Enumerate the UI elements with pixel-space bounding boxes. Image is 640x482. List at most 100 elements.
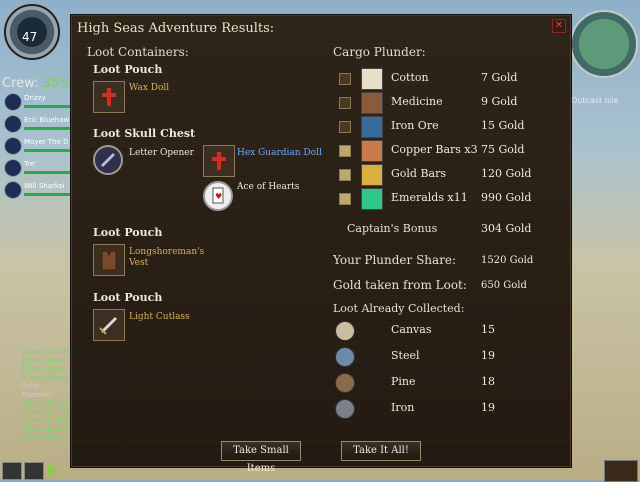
chat-line: [Crew] Eric Bl [22,407,70,416]
take-small-items-button[interactable]: Take Small Items [221,441,301,474]
chat-line: [Crew] Drizzy [22,424,70,433]
crew-member-row[interactable]: Drizzy [2,92,70,111]
loot-item-label[interactable]: Letter Opener [129,148,194,159]
cargo-plunder-heading: Cargo Plunder: [333,45,426,59]
loot-item-label[interactable]: Light Cutlass [129,312,190,323]
cargo-item-name: Emeralds x11 [391,191,468,204]
iron-ore-icon [361,116,383,138]
crew-health-bar [24,171,70,174]
loot-containers-heading: Loot Containers: [87,45,189,59]
crew-avatar-icon [4,93,22,111]
treasure-chest-icon[interactable] [604,460,638,482]
hex-guardian-doll-icon[interactable] [203,145,235,177]
container-heading: Loot Pouch [93,291,163,304]
cargo-select-checkbox[interactable] [339,73,351,85]
captains-bonus-value: 304 Gold [481,222,532,235]
cargo-item-value: 75 Gold [481,143,525,156]
cotton-icon [361,68,383,90]
close-button[interactable]: ✕ [552,19,566,33]
cutlass-icon[interactable] [93,309,125,341]
crew-member-row[interactable]: Tre' [2,158,70,177]
crew-member-row[interactable]: Moyer The D [2,136,70,155]
crew-avatar-icon [4,137,22,155]
crew-label: Crew: [2,76,39,91]
minimap[interactable] [570,4,638,86]
chat-line: [Crew] Sylar [22,365,66,373]
player-level: 47 [22,30,38,44]
chat-line: [Crew] Drizzy [22,433,70,441]
copper-bars-icon [361,140,383,162]
adventure-results-panel: High Seas Adventure Results: ✕ Loot Cont… [70,14,572,474]
plunder-share-label: Your Plunder Share: [333,253,457,267]
crew-member-row[interactable]: Eric Bluehaw [2,114,70,133]
minimap-disc[interactable] [570,10,638,78]
cargo-select-checkbox[interactable] [339,145,351,157]
ace-of-hearts-icon[interactable]: ♥ [203,181,233,211]
collected-item-value: 18 [481,375,495,388]
chat-toggle-icon[interactable] [2,462,22,480]
crew-header: Crew: 35% [2,76,71,91]
crew-health-bar [24,193,70,196]
crew-avatar-icon [4,159,22,177]
letter-opener-icon[interactable] [93,145,123,175]
chat-line: [Crew] Drizzy [22,416,70,424]
chat-line: Sylar: Rammin [22,382,52,399]
captains-bonus-label: Captain's Bonus [347,222,438,235]
pine-icon [335,373,355,393]
crew-avatar-icon [4,115,22,133]
crew-health-bar [24,105,70,108]
chat-line: [Crew] Eric Bl [22,348,70,356]
speech-icon[interactable] [24,462,44,480]
crew-member-row[interactable]: Will Sharksi [2,180,70,199]
crew-member-name: Drizzy [24,94,46,102]
collected-item-value: 19 [481,349,495,362]
cargo-select-checkbox[interactable] [339,121,351,133]
collected-item-name: Steel [391,349,420,362]
loot-item-label[interactable]: Wax Doll [129,83,169,94]
crew-avatar-icon [4,181,22,199]
cargo-item-value: 990 Gold [481,191,532,204]
crew-member-name: Tre' [24,160,37,168]
cargo-item-name: Cotton [391,71,429,84]
cargo-item-name: Gold Bars [391,167,447,180]
plunder-share-value: 1520 Gold [481,255,534,266]
cargo-select-checkbox[interactable] [339,193,351,205]
take-it-all-button[interactable]: Take It All! [341,441,421,461]
crew-health-bar [24,127,70,130]
cargo-select-checkbox[interactable] [339,169,351,181]
collected-item-value: 15 [481,323,495,336]
crew-member-name: Eric Bluehaw [24,116,70,124]
crew-member-name: Will Sharksi [24,182,65,190]
canvas-icon [335,321,355,341]
crew-percent: 35% [42,76,72,91]
collected-item-name: Iron [391,401,415,414]
collected-item-name: Canvas [391,323,432,336]
iron-icon [335,399,355,419]
container-heading: Loot Pouch [93,226,163,239]
loot-item-label[interactable]: Ace of Hearts [237,182,299,193]
cargo-item-value: 9 Gold [481,95,518,108]
svg-text:♥: ♥ [215,192,222,201]
loot-collected-heading: Loot Already Collected: [333,302,465,315]
send-arrow-icon[interactable] [48,463,58,477]
vest-icon[interactable] [93,244,125,276]
loot-item-label[interactable]: Longshoreman's Vest [129,247,209,269]
cargo-item-name: Iron Ore [391,119,439,132]
cargo-item-name: Medicine [391,95,443,108]
medicine-icon [361,92,383,114]
cargo-item-name: Copper Bars x3 [391,143,478,156]
emeralds-icon [361,188,383,210]
steel-icon [335,347,355,367]
chat-line: [Crew] Sylar [22,356,66,365]
container-heading: Loot Skull Chest [93,127,196,140]
cargo-item-value: 15 Gold [481,119,525,132]
chat-log: [Crew] Eric Bl [Crew] Sylar [Crew] Sylar [C… [22,348,72,442]
cargo-item-value: 120 Gold [481,167,532,180]
gold-bars-icon [361,164,383,186]
cargo-select-checkbox[interactable] [339,97,351,109]
loot-item-label[interactable]: Hex Guardian Doll [237,148,322,159]
minimap-location-label: Outcast Isle [571,96,619,105]
collected-item-name: Pine [391,375,416,388]
gold-from-loot-label: Gold taken from Loot: [333,278,467,292]
wax-doll-icon[interactable] [93,81,125,113]
